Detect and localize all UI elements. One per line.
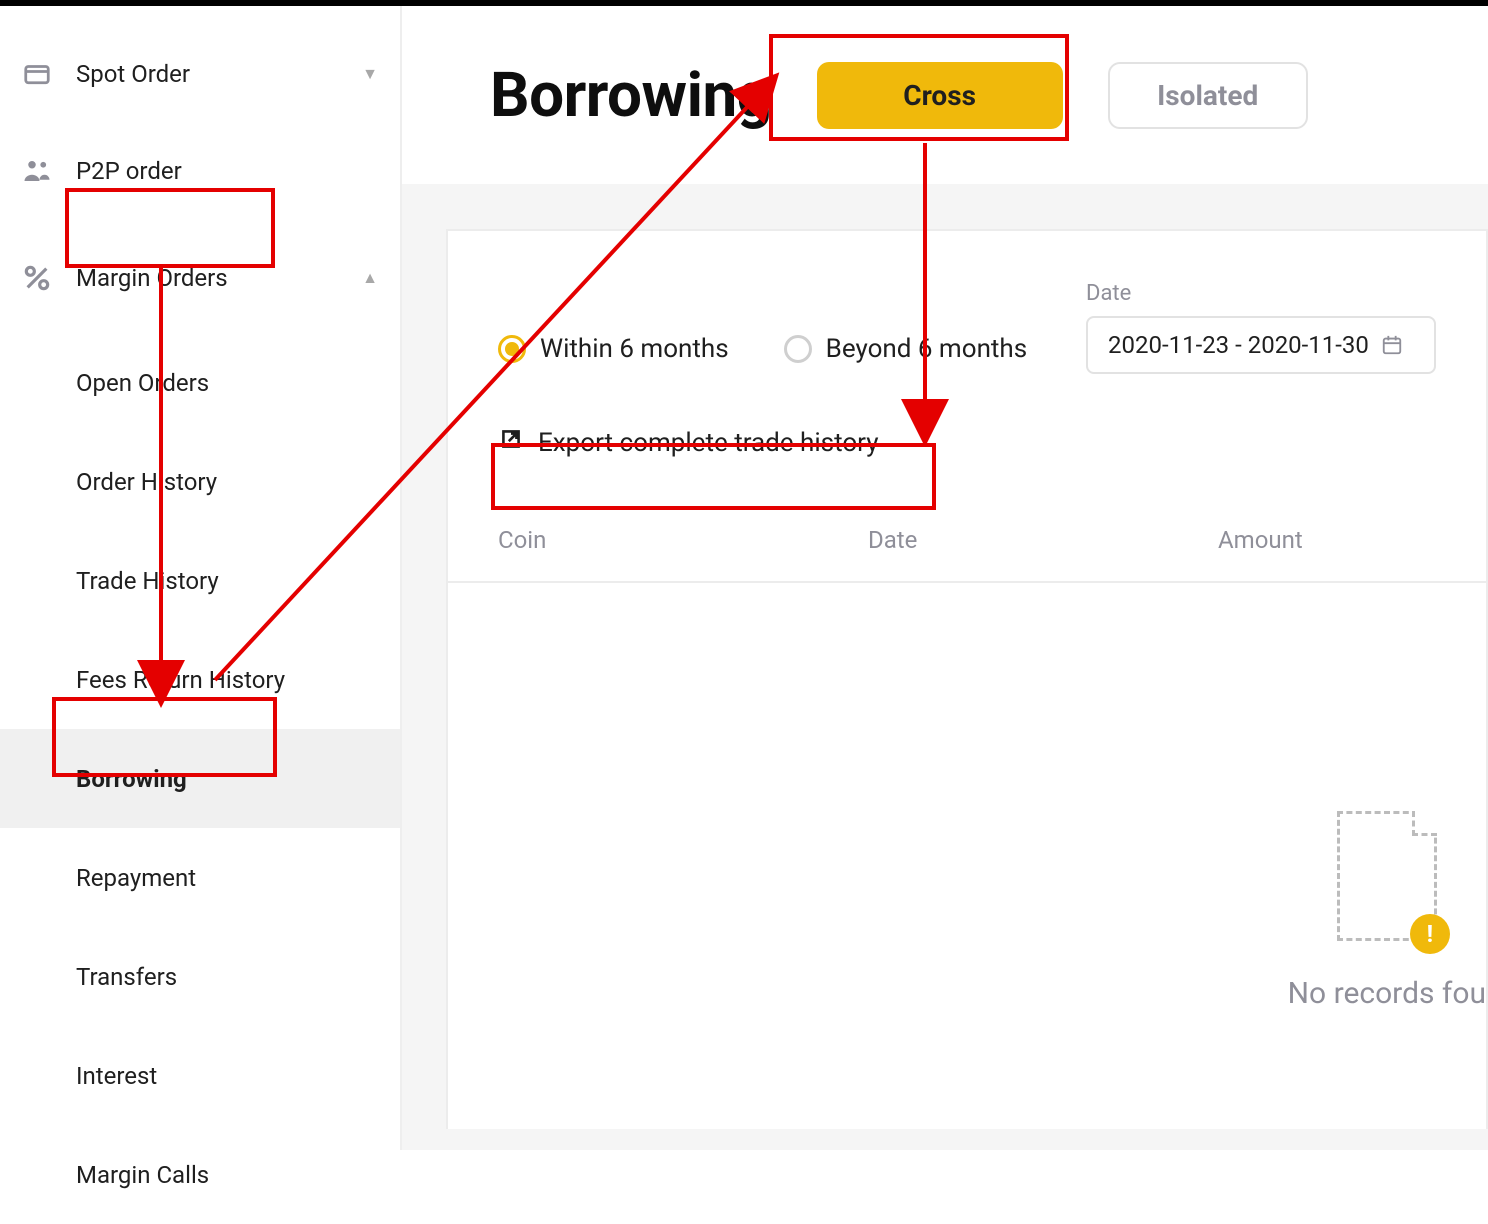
sidebar-sub-fees-return-history[interactable]: Fees Return History — [0, 630, 400, 729]
sidebar-item-spot-order[interactable]: Spot Order ▼ — [0, 28, 400, 119]
chevron-up-icon: ▲ — [362, 268, 378, 288]
empty-state: ! No records fou — [1288, 811, 1486, 1011]
radio-within-6-months[interactable]: Within 6 months — [498, 334, 729, 374]
sidebar-item-label: Transfers — [76, 963, 177, 991]
page-title: Borrowing — [490, 59, 772, 132]
col-date-header: Date — [868, 526, 1218, 554]
radio-label: Beyond 6 months — [826, 334, 1028, 364]
sidebar-sub-trade-history[interactable]: Trade History — [0, 531, 400, 630]
radio-label: Within 6 months — [540, 334, 729, 364]
content-zone: Within 6 months Beyond 6 months Date 202… — [402, 184, 1488, 1150]
date-filter: Date 2020-11-23 - 2020-11-30 — [1086, 281, 1436, 374]
tab-label: Isolated — [1157, 79, 1258, 112]
people-icon — [20, 154, 54, 188]
tab-isolated[interactable]: Isolated — [1108, 62, 1308, 129]
sidebar-item-label: Fees Return History — [76, 666, 285, 694]
wallet-icon — [20, 57, 54, 91]
tab-label: Cross — [903, 79, 976, 112]
sidebar-item-label: Order History — [76, 468, 217, 496]
sidebar-sub-repayment[interactable]: Repayment — [0, 828, 400, 927]
empty-file-icon: ! — [1337, 811, 1437, 941]
sidebar-item-label: Open Orders — [76, 369, 209, 397]
sidebar-item-label: Margin Orders — [76, 264, 340, 292]
col-coin-header: Coin — [498, 526, 868, 554]
sidebar-item-label: Spot Order — [76, 60, 340, 88]
sidebar-item-label: Trade History — [76, 567, 219, 595]
col-amount-header: Amount — [1218, 526, 1486, 554]
percent-icon — [20, 261, 54, 295]
table-header: Coin Date Amount — [448, 499, 1486, 583]
sidebar-item-margin-orders[interactable]: Margin Orders ▲ — [0, 223, 400, 333]
sidebar-item-label: Interest — [76, 1062, 157, 1090]
sidebar-sub-open-orders[interactable]: Open Orders — [0, 333, 400, 432]
warning-badge-icon: ! — [1410, 914, 1450, 954]
export-label: Export complete trade history — [538, 428, 879, 458]
sidebar-item-label: Margin Calls — [76, 1161, 209, 1189]
chevron-down-icon: ▼ — [362, 64, 378, 84]
filter-row: Within 6 months Beyond 6 months Date 202… — [448, 231, 1486, 374]
empty-state-text: No records fou — [1288, 976, 1486, 1011]
page-header: Borrowing Cross Isolated — [402, 6, 1488, 184]
sidebar-item-label: Borrowing — [76, 765, 187, 793]
sidebar-sub-borrowing[interactable]: Borrowing — [0, 729, 400, 828]
radio-icon — [784, 335, 812, 363]
calendar-icon — [1381, 334, 1403, 356]
sidebar-item-label: P2P order — [76, 157, 378, 185]
panel: Within 6 months Beyond 6 months Date 202… — [446, 229, 1488, 1129]
sidebar-sub-margin-calls[interactable]: Margin Calls — [0, 1125, 400, 1224]
sidebar-sub-transfers[interactable]: Transfers — [0, 927, 400, 1026]
external-link-icon — [498, 426, 524, 459]
radio-icon — [498, 335, 526, 363]
date-filter-label: Date — [1086, 281, 1436, 306]
export-trade-history-link[interactable]: Export complete trade history — [448, 374, 1486, 459]
main-content: Borrowing Cross Isolated Within 6 months… — [402, 6, 1488, 1150]
sidebar-sub-interest[interactable]: Interest — [0, 1026, 400, 1125]
date-range-value: 2020-11-23 - 2020-11-30 — [1108, 331, 1369, 359]
sidebar: Spot Order ▼ P2P order Margin Orders ▲ O… — [0, 6, 402, 1150]
radio-beyond-6-months[interactable]: Beyond 6 months — [784, 334, 1028, 374]
sidebar-item-p2p-order[interactable]: P2P order — [0, 119, 400, 223]
tab-cross[interactable]: Cross — [817, 62, 1063, 129]
sidebar-item-label: Repayment — [76, 864, 196, 892]
date-range-field[interactable]: 2020-11-23 - 2020-11-30 — [1086, 316, 1436, 374]
sidebar-sub-order-history[interactable]: Order History — [0, 432, 400, 531]
